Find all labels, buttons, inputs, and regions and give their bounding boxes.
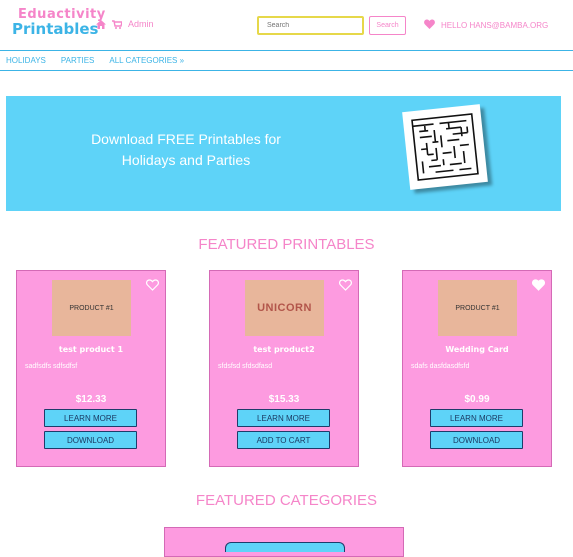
featured-categories-title: FEATURED CATEGORIES	[195, 492, 378, 509]
admin-link[interactable]: Admin	[128, 19, 154, 29]
header-icons: Admin	[96, 19, 154, 29]
product-description: sadfsdfs sdfsdfsf	[25, 363, 78, 370]
product-name[interactable]: test product2	[210, 345, 358, 354]
product-thumbnail[interactable]: PRODUCT #1	[438, 280, 517, 336]
add-to-cart-button[interactable]: ADD TO CART	[237, 431, 330, 449]
hero-banner: Download FREE Printables for Holidays an…	[6, 96, 561, 211]
search-input[interactable]	[257, 16, 364, 35]
maze-icon	[402, 104, 488, 190]
category-button[interactable]	[225, 542, 345, 552]
nav-item-all-categories[interactable]: ALL CATEGORIES »	[109, 56, 184, 65]
nav-item-parties[interactable]: PARTIES	[61, 56, 95, 65]
product-price: $12.33	[75, 394, 107, 405]
hero-text: Download FREE Printables for Holidays an…	[61, 129, 311, 171]
product-card[interactable]: PRODUCT #1 test product 1 sadfsdfs sdfsd…	[16, 270, 166, 467]
home-icon[interactable]	[96, 19, 106, 29]
favorite-heart-icon[interactable]	[532, 278, 545, 296]
site-logo[interactable]: Eduactivity Printables	[12, 8, 106, 37]
favorite-heart-icon[interactable]	[339, 278, 352, 296]
hero-line1: Download FREE Printables for	[91, 131, 281, 147]
hero-line2: Holidays and Parties	[121, 152, 251, 168]
category-card[interactable]	[164, 527, 404, 557]
site-header: Eduactivity Printables Admin Search HELL…	[0, 0, 573, 50]
learn-more-button[interactable]: LEARN MORE	[237, 409, 330, 427]
cart-icon[interactable]	[112, 19, 122, 29]
product-thumbnail[interactable]: UNICORN	[245, 280, 324, 336]
product-name[interactable]: test product 1	[17, 345, 165, 354]
user-greeting[interactable]: HELLO HANS@BAMBA.ORG	[424, 19, 548, 31]
product-description: sfdsfsd sfdsdfasd	[218, 363, 273, 370]
product-name[interactable]: Wedding Card	[403, 345, 551, 354]
product-price: $0.99	[464, 394, 490, 405]
hello-text: HELLO HANS@BAMBA.ORG	[441, 20, 549, 30]
product-description: sdafs dasfdasdfsfd	[411, 363, 470, 370]
category-nav: HOLIDAYS PARTIES ALL CATEGORIES »	[0, 50, 573, 71]
heart-icon	[424, 19, 435, 31]
learn-more-button[interactable]: LEARN MORE	[44, 409, 137, 427]
nav-item-holidays[interactable]: HOLIDAYS	[6, 56, 46, 65]
product-card[interactable]: UNICORN test product2 sfdsfsd sfdsdfasd …	[209, 270, 359, 467]
product-card[interactable]: PRODUCT #1 Wedding Card sdafs dasfdasdfs…	[402, 270, 552, 467]
download-button[interactable]: DOWNLOAD	[430, 431, 523, 449]
download-button[interactable]: DOWNLOAD	[44, 431, 137, 449]
featured-printables-title: FEATURED PRINTABLES	[198, 236, 375, 253]
product-thumbnail[interactable]: PRODUCT #1	[52, 280, 131, 336]
product-price: $15.33	[268, 394, 300, 405]
search-button[interactable]: Search	[369, 16, 406, 35]
logo-line2: Printables	[12, 20, 99, 38]
favorite-heart-icon[interactable]	[146, 278, 159, 296]
learn-more-button[interactable]: LEARN MORE	[430, 409, 523, 427]
